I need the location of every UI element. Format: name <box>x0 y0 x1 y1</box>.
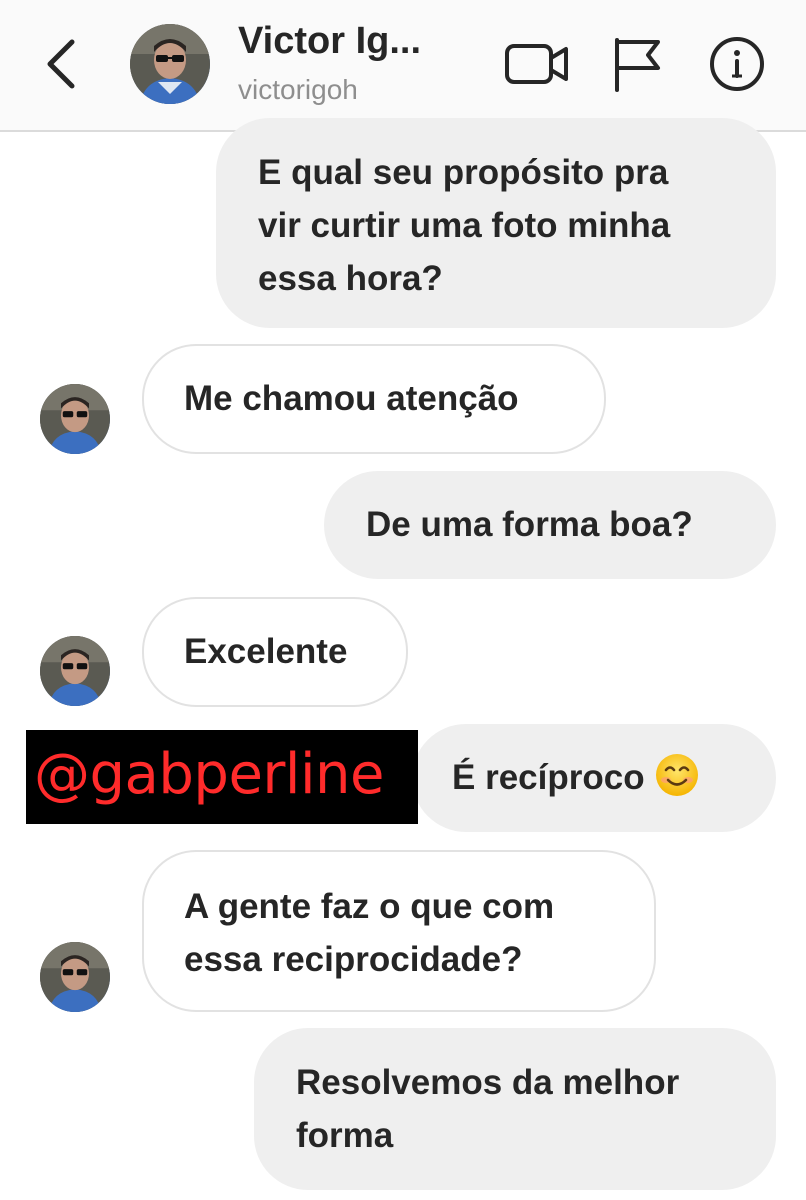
message-bubble-incoming[interactable]: A gente faz o que com essa reciprocidade… <box>142 850 656 1012</box>
message-text: Resolvemos da melhor forma <box>296 1063 680 1155</box>
flag-icon[interactable] <box>612 36 664 92</box>
back-chevron-icon[interactable] <box>40 38 84 90</box>
watermark-text: @gabperline <box>34 742 385 807</box>
avatar[interactable] <box>130 24 210 104</box>
message-bubble-incoming[interactable]: Excelente <box>142 597 408 707</box>
message-text: De uma forma boa? <box>366 505 693 544</box>
message-bubble-incoming[interactable]: Me chamou atenção <box>142 344 606 454</box>
smiling-face-icon <box>655 753 699 797</box>
message-bubble-outgoing[interactable]: E qual seu propósito pra vir curtir uma … <box>216 118 776 328</box>
watermark-label: @gabperline <box>26 730 418 824</box>
message-bubble-outgoing[interactable]: Resolvemos da melhor forma <box>254 1028 776 1190</box>
message-text: E qual seu propósito pra vir curtir uma … <box>258 153 671 298</box>
message-text: É recíproco <box>452 758 645 797</box>
direct-message-screen: Victor Ig... victorigoh E qual seu propó… <box>0 0 806 1200</box>
contact-username[interactable]: victorigoh <box>238 74 358 106</box>
info-icon[interactable] <box>706 36 768 92</box>
message-bubble-outgoing[interactable]: De uma forma boa? <box>324 471 776 579</box>
chat-header: Victor Ig... victorigoh <box>0 0 806 132</box>
message-text: A gente faz o que com essa reciprocidade… <box>184 887 555 979</box>
avatar[interactable] <box>40 636 110 706</box>
message-text: Me chamou atenção <box>184 379 519 418</box>
message-text: Excelente <box>184 632 348 671</box>
avatar[interactable] <box>40 942 110 1012</box>
contact-name[interactable]: Victor Ig... <box>238 20 478 63</box>
video-camera-icon[interactable] <box>504 36 570 92</box>
message-bubble-outgoing[interactable]: É recíproco <box>412 724 776 832</box>
avatar[interactable] <box>40 384 110 454</box>
